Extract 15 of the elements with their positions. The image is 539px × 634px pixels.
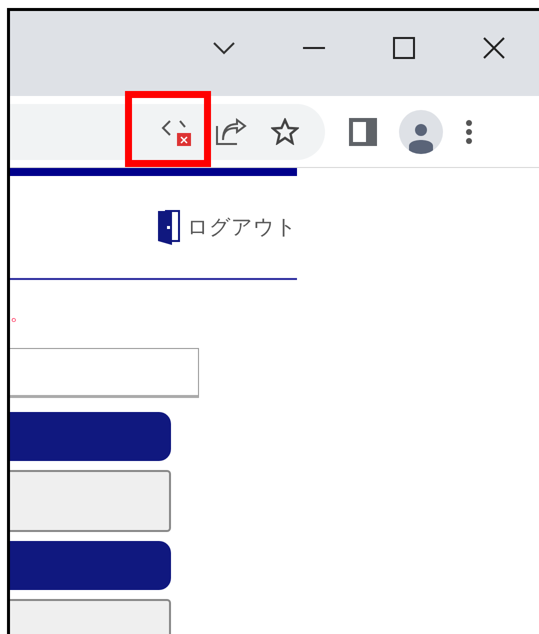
secondary-button[interactable] — [10, 470, 171, 532]
star-icon — [271, 118, 299, 145]
minimize-icon — [303, 46, 325, 50]
logout-link[interactable]: ログアウト — [157, 209, 297, 245]
close-icon — [483, 37, 505, 59]
input-field[interactable] — [10, 348, 199, 398]
profile-avatar[interactable] — [399, 110, 443, 154]
address-bar[interactable] — [10, 104, 325, 160]
side-panel-icon[interactable] — [349, 118, 377, 146]
door-icon — [157, 209, 181, 245]
chevron-down-icon — [213, 41, 235, 55]
maximize-icon — [393, 37, 415, 59]
notice-text: 。 — [10, 303, 29, 327]
menu-icon[interactable] — [465, 118, 473, 144]
share-icon — [215, 118, 247, 146]
